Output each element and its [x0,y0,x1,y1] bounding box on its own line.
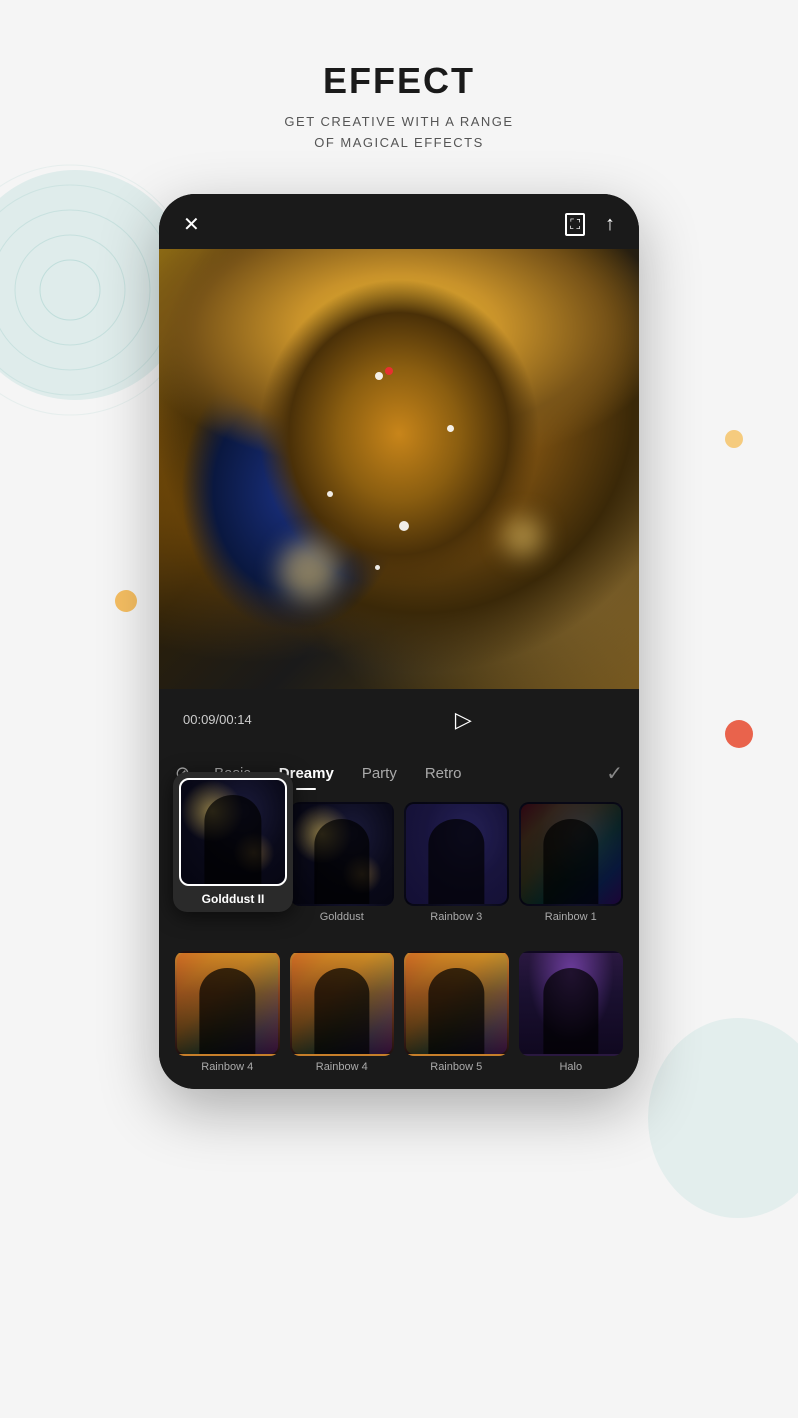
bokeh-1 [279,541,339,601]
page-title: EFFECT [0,60,798,102]
check-button[interactable]: ✓ [606,761,623,786]
page-subtitle: GET CREATIVE WITH A RANGE OF MAGICAL EFF… [0,112,798,154]
effect-rainbow3[interactable]: Rainbow 3 [404,802,509,924]
effect-thumb-golddust [290,802,395,907]
silhouette-rainbow3 [429,819,484,904]
effect-golddust[interactable]: Golddust [290,802,395,924]
effect-label-golddust2: Golddust II [179,892,287,906]
video-frame [159,249,639,689]
silhouette-rainbow5 [429,968,484,1053]
effect-thumb-rainbow3 [404,802,509,907]
effect-halo[interactable]: Halo [519,951,624,1073]
effect-label-halo: Halo [559,1061,582,1073]
effect-label-rainbow3: Rainbow 3 [430,911,482,923]
video-preview [159,249,639,689]
timeline-area: 00:09/00:14 ▷ [159,689,639,747]
effect-thumb-halo [519,951,624,1056]
effects-grid-row2: Rainbow 4 Rainbow 4 Rainbow 5 [159,939,639,1089]
effect-thumb-rainbow4a [175,951,280,1056]
effects-grid-row1: Golddust II Golddust Rainbow 3 [159,790,639,940]
playback-time: 00:09/00:14 [183,712,252,727]
effect-thumb-rainbow1 [519,802,624,907]
silhouette-rainbow4b [314,968,369,1053]
phone-frame: ✕ ⛶ ↑ 00:09/00:14 ▷ [159,194,639,1089]
red-dot [385,367,393,375]
expand-icon[interactable]: ⛶ [565,213,585,236]
sparkle-4 [447,425,454,432]
silhouette-halo [543,968,598,1053]
effect-thumb-rainbow5 [404,951,509,1056]
share-icon[interactable]: ↑ [605,213,615,236]
play-button[interactable]: ▷ [455,707,472,733]
effect-thumb-golddust2 [179,778,287,886]
phone-topbar: ✕ ⛶ ↑ [159,194,639,249]
page-header: EFFECT GET CREATIVE WITH A RANGE OF MAGI… [0,0,798,184]
effect-thumb-rainbow4b [290,951,395,1056]
close-button[interactable]: ✕ [183,212,200,237]
effect-rainbow4a[interactable]: Rainbow 4 [175,951,280,1073]
silhouette-rainbow4a [200,968,255,1053]
topbar-right-icons: ⛶ ↑ [565,213,615,236]
phone-mockup: ✕ ⛶ ↑ 00:09/00:14 ▷ [0,194,798,1089]
tab-retro[interactable]: Retro [411,757,476,790]
tab-party[interactable]: Party [348,757,411,790]
timeline-controls: 00:09/00:14 ▷ [183,707,615,733]
effect-rainbow5[interactable]: Rainbow 5 [404,951,509,1073]
effect-label-golddust: Golddust [320,911,364,923]
silhouette-rainbow1 [543,819,598,904]
bokeh-2 [503,517,543,557]
effect-label-rainbow4b: Rainbow 4 [316,1061,368,1073]
sparkle-1 [375,372,383,380]
effect-rainbow4b[interactable]: Rainbow 4 [290,951,395,1073]
silhouette [204,795,261,883]
effect-label-rainbow5: Rainbow 5 [430,1061,482,1073]
silhouette-golddust [314,819,369,904]
effect-label-rainbow4a: Rainbow 4 [201,1061,253,1073]
sparkle-2 [327,491,333,497]
effect-golddust2-large[interactable]: Golddust II [173,772,293,912]
effect-rainbow1[interactable]: Rainbow 1 [519,802,624,924]
effect-label-rainbow1: Rainbow 1 [545,911,597,923]
